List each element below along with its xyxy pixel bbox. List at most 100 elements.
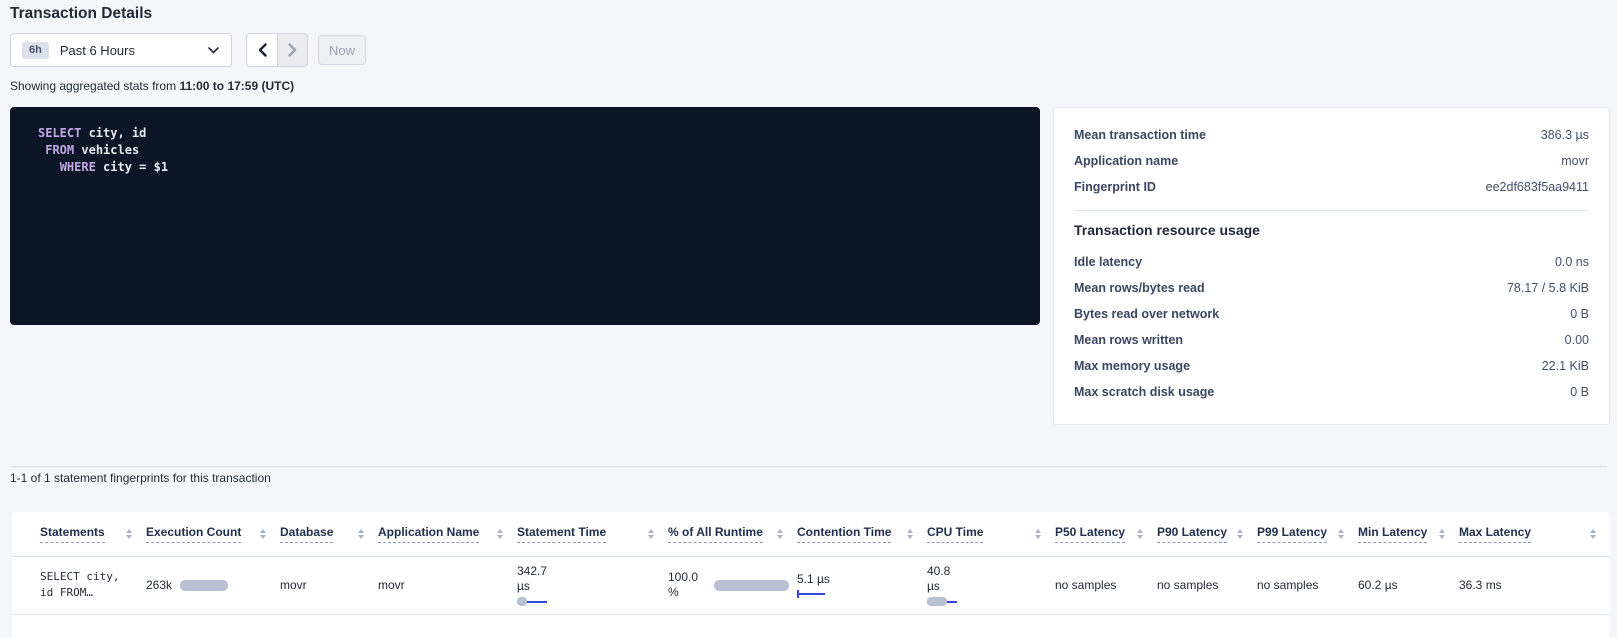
column-header-p90-latency[interactable]: P90 Latency: [1157, 512, 1257, 556]
panel-row-value: ee2df683f5aa9411: [1486, 180, 1589, 194]
panel-row-fingerprint-id: Fingerprint ID ee2df683f5aa9411: [1074, 174, 1589, 200]
execution-count-bar: [180, 580, 228, 591]
panel-row-idle-latency: Idle latency 0.0 ns: [1074, 249, 1589, 275]
min-latency-value: 60.2 µs: [1358, 578, 1398, 592]
column-header-max-latency[interactable]: Max Latency: [1459, 512, 1610, 556]
cpu-time-bar: [927, 597, 963, 606]
pct-of-all-runtime-cell: 100.0 %: [668, 556, 797, 614]
statement-time-value: 342.7 µs: [517, 564, 553, 594]
time-range-preset-badge: 6h: [22, 42, 49, 59]
sort-icon[interactable]: [1590, 529, 1596, 539]
p50-latency-cell: no samples: [1055, 556, 1157, 614]
transaction-sql-box: SELECT city, id FROM vehicles WHERE city…: [10, 107, 1040, 325]
panel-row-mean-rows-written: Mean rows written 0.00: [1074, 327, 1589, 353]
p99-latency-cell: no samples: [1257, 556, 1358, 614]
resource-usage-section-title: Transaction resource usage: [1074, 222, 1589, 238]
table-header-row: Statements Execution Count Database Appl…: [12, 512, 1610, 556]
aggregated-stats-prefix: Showing aggregated stats from: [10, 79, 179, 93]
panel-row-value: movr: [1561, 154, 1589, 168]
sort-icon[interactable]: [497, 529, 503, 539]
statement-link[interactable]: SELECT city, id FROM…: [40, 569, 146, 601]
contention-time-cell: 5.1 µs: [797, 556, 927, 614]
column-header-cpu-time[interactable]: CPU Time: [927, 512, 1055, 556]
sort-icon[interactable]: [1137, 529, 1143, 539]
panel-row-max-memory-usage: Max memory usage 22.1 KiB: [1074, 353, 1589, 379]
p90-latency-value: no samples: [1157, 578, 1218, 592]
sort-icon[interactable]: [777, 529, 783, 539]
now-button[interactable]: Now: [318, 35, 366, 65]
next-time-range-button[interactable]: [277, 34, 307, 66]
panel-row-label: Idle latency: [1074, 255, 1142, 269]
statements-table-card: Statements Execution Count Database Appl…: [12, 512, 1610, 638]
panel-row-value: 22.1 KiB: [1542, 359, 1589, 373]
panel-row-label: Max scratch disk usage: [1074, 385, 1214, 399]
sort-icon[interactable]: [1439, 529, 1445, 539]
panel-row-mean-rows-bytes-read: Mean rows/bytes read 78.17 / 5.8 KiB: [1074, 275, 1589, 301]
column-header-p50-latency[interactable]: P50 Latency: [1055, 512, 1157, 556]
application-name-cell: movr: [378, 556, 517, 614]
panel-row-value: 0 B: [1570, 307, 1589, 321]
column-header-pct-of-all-runtime[interactable]: % of All Runtime: [668, 512, 797, 556]
column-header-p99-latency[interactable]: P99 Latency: [1257, 512, 1358, 556]
sort-icon[interactable]: [1035, 529, 1041, 539]
panel-row-value: 0.00: [1565, 333, 1589, 347]
sort-icon[interactable]: [1237, 529, 1243, 539]
chevron-down-icon: [208, 47, 219, 54]
time-range-dropdown[interactable]: 6h Past 6 Hours: [10, 33, 232, 67]
execution-count-value: 263k: [146, 578, 172, 592]
pct-of-all-runtime-bar: [714, 580, 789, 591]
cpu-time-value: 40.8 µs: [927, 564, 963, 594]
transaction-details-panel: Mean transaction time 386.3 µs Applicati…: [1053, 107, 1610, 425]
panel-row-bytes-read-over-network: Bytes read over network 0 B: [1074, 301, 1589, 327]
panel-row-value: 0 B: [1570, 385, 1589, 399]
contention-time-bar: [797, 590, 839, 598]
statements-table: Statements Execution Count Database Appl…: [12, 512, 1610, 615]
panel-row-mean-transaction-time: Mean transaction time 386.3 µs: [1074, 122, 1589, 148]
time-range-nav: [246, 33, 308, 67]
column-header-contention-time[interactable]: Contention Time: [797, 512, 927, 556]
sort-icon[interactable]: [358, 529, 364, 539]
aggregated-stats-range: 11:00 to 17:59 (UTC): [179, 79, 294, 93]
cpu-time-cell: 40.8 µs: [927, 556, 1055, 614]
sort-icon[interactable]: [648, 529, 654, 539]
section-divider: [10, 466, 1607, 467]
statement-fingerprints-count: 1-1 of 1 statement fingerprints for this…: [10, 471, 271, 485]
max-latency-value: 36.3 ms: [1459, 578, 1502, 592]
stddev-tick: [797, 590, 799, 598]
panel-row-label: Mean rows/bytes read: [1074, 281, 1205, 295]
panel-divider: [1074, 210, 1589, 211]
page-title: Transaction Details: [10, 5, 152, 23]
panel-row-label: Bytes read over network: [1074, 307, 1219, 321]
panel-row-label: Mean transaction time: [1074, 128, 1206, 142]
time-range-label: Past 6 Hours: [60, 43, 135, 58]
mean-bar: [927, 597, 947, 606]
min-latency-cell: 60.2 µs: [1358, 556, 1459, 614]
column-header-application-name[interactable]: Application Name: [378, 512, 517, 556]
sql-statement-text: SELECT city, id FROM vehicles WHERE city…: [38, 125, 1020, 176]
prev-time-range-button[interactable]: [247, 34, 277, 66]
p90-latency-cell: no samples: [1157, 556, 1257, 614]
p50-latency-value: no samples: [1055, 578, 1116, 592]
panel-row-value: 78.17 / 5.8 KiB: [1507, 281, 1589, 295]
column-header-database[interactable]: Database: [280, 512, 378, 556]
database-cell: movr: [280, 556, 378, 614]
database-value: movr: [280, 578, 307, 592]
max-latency-cell: 36.3 ms: [1459, 556, 1610, 614]
execution-count-cell: 263k: [146, 556, 280, 614]
mean-bar: [517, 597, 527, 606]
application-name-value: movr: [378, 578, 405, 592]
panel-row-label: Max memory usage: [1074, 359, 1190, 373]
column-header-statements[interactable]: Statements: [12, 512, 146, 556]
sort-icon[interactable]: [260, 529, 266, 539]
sort-icon[interactable]: [907, 529, 913, 539]
sort-icon[interactable]: [126, 529, 132, 539]
stddev-line: [797, 593, 825, 595]
column-header-statement-time[interactable]: Statement Time: [517, 512, 668, 556]
panel-row-value: 386.3 µs: [1541, 128, 1589, 142]
column-header-min-latency[interactable]: Min Latency: [1358, 512, 1459, 556]
panel-row-label: Mean rows written: [1074, 333, 1183, 347]
statement-time-bar: [517, 597, 553, 606]
statement-cell[interactable]: SELECT city, id FROM…: [12, 556, 146, 614]
column-header-execution-count[interactable]: Execution Count: [146, 512, 280, 556]
sort-icon[interactable]: [1338, 529, 1344, 539]
